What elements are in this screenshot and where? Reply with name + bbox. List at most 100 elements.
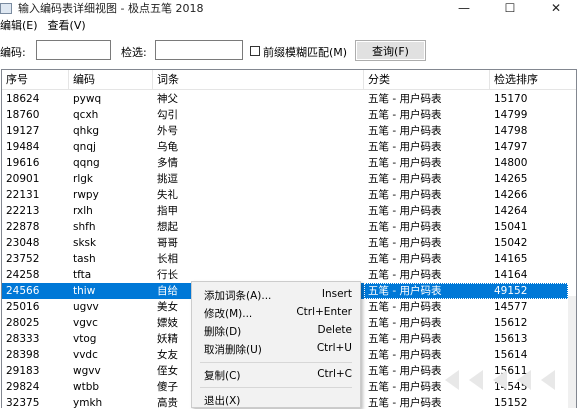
- table-row[interactable]: 19484 qnqj 乌龟 五笔 - 用户码表 14797: [2, 139, 568, 155]
- cell-code: qqng: [73, 157, 100, 169]
- minimize-button[interactable]: —: [441, 0, 487, 16]
- word-label: 检选:: [121, 46, 147, 59]
- header-category[interactable]: 分类: [364, 70, 490, 90]
- cell-word: 多情: [157, 157, 178, 169]
- cell-category: 五笔 - 用户码表: [368, 317, 442, 329]
- cell-id: 32375: [6, 397, 40, 408]
- menu-edit[interactable]: 编辑(E): [0, 17, 38, 33]
- menu-view[interactable]: 查看(V): [48, 17, 86, 33]
- cell-order: 14799: [494, 109, 528, 121]
- cell-code: rlgk: [73, 173, 93, 185]
- cell-id: 24258: [6, 269, 40, 281]
- table-row[interactable]: 22213 rxlh 指甲 五笔 - 用户码表 14264: [2, 203, 568, 219]
- cell-code: thiw: [73, 285, 96, 297]
- menu-item-add[interactable]: 添加词条(A)... Insert: [192, 286, 360, 304]
- header-order[interactable]: 检选排序: [490, 70, 576, 90]
- table-row[interactable]: 22878 shfh 想起 五笔 - 用户码表 15041: [2, 219, 568, 235]
- menu-item-label: 复制(C): [204, 370, 241, 382]
- code-label: 编码:: [0, 46, 26, 59]
- table-row[interactable]: 19616 qqng 多情 五笔 - 用户码表 14800: [2, 155, 568, 171]
- cell-word: 想起: [157, 221, 178, 233]
- close-button[interactable]: ✕: [533, 0, 579, 16]
- cell-id: 23048: [6, 237, 40, 249]
- cell-code: qnqj: [73, 141, 96, 153]
- cell-category: 五笔 - 用户码表: [368, 173, 442, 185]
- header-word[interactable]: 词条: [153, 70, 364, 90]
- cell-id: 22213: [6, 205, 40, 217]
- cell-word: 长相: [157, 253, 178, 265]
- cell-id: 18624: [6, 93, 40, 105]
- menu-item-label: 取消删除(U): [204, 344, 262, 356]
- cell-category: 五笔 - 用户码表: [368, 125, 442, 137]
- cell-category: 五笔 - 用户码表: [368, 141, 442, 153]
- cell-order: 14165: [494, 253, 528, 265]
- cell-id: 20901: [6, 173, 40, 185]
- cell-id: 19127: [6, 125, 40, 137]
- cell-id: 28025: [6, 317, 40, 329]
- cell-category: 五笔 - 用户码表: [368, 109, 442, 121]
- cell-id: 28398: [6, 349, 40, 361]
- title-bar: 输入编码表详细视图 - 极点五笔 2018 — ☐ ✕: [0, 0, 579, 16]
- cell-id: 22878: [6, 221, 40, 233]
- cell-code: wtbb: [73, 381, 100, 393]
- header-id[interactable]: 序号: [2, 70, 69, 90]
- table-header: 序号 编码 词条 分类 检选排序: [2, 70, 576, 90]
- cell-id: 19484: [6, 141, 40, 153]
- maximize-button[interactable]: ☐: [487, 0, 533, 16]
- window-title: 输入编码表详细视图 - 极点五笔 2018: [18, 2, 204, 15]
- menu-item-modify[interactable]: 修改(M)... Ctrl+Enter: [192, 304, 360, 322]
- cell-id: 23752: [6, 253, 40, 265]
- fuzzy-match-checkbox[interactable]: [250, 46, 260, 56]
- menu-item-shortcut: Ctrl+Enter: [296, 306, 352, 318]
- cell-id: 18760: [6, 109, 40, 121]
- cell-code: rwpy: [73, 189, 99, 201]
- search-toolbar: 编码: 检选: 前缀模糊匹配(M) 查询(F): [0, 38, 579, 62]
- menu-item-delete[interactable]: 删除(D) Delete: [192, 322, 360, 340]
- query-button[interactable]: 查询(F): [355, 40, 426, 61]
- cell-id: 29183: [6, 365, 40, 377]
- table-row[interactable]: 23048 sksk 哥哥 五笔 - 用户码表 15042: [2, 235, 568, 251]
- cell-code: sksk: [73, 237, 97, 249]
- cell-code: vgvc: [73, 317, 98, 329]
- menu-item-shortcut: Insert: [321, 288, 352, 300]
- cell-word: 失礼: [157, 189, 178, 201]
- fuzzy-match-label[interactable]: 前缀模糊匹配(M): [263, 44, 347, 60]
- cell-code: tash: [73, 253, 96, 265]
- table-row[interactable]: 23752 tash 长相 五笔 - 用户码表 14165: [2, 251, 568, 267]
- cell-word: 哥哥: [157, 237, 178, 249]
- menu-item-copy[interactable]: 复制(C) Ctrl+C: [192, 366, 360, 384]
- cell-order: 14265: [494, 173, 528, 185]
- cell-category: 五笔 - 用户码表: [368, 93, 442, 105]
- header-code[interactable]: 编码: [69, 70, 153, 90]
- word-input[interactable]: [155, 40, 243, 60]
- cell-word: 神父: [157, 93, 178, 105]
- cell-category: 五笔 - 用户码表: [368, 157, 442, 169]
- cell-category: 五笔 - 用户码表: [368, 189, 442, 201]
- cell-order: 14266: [494, 189, 528, 201]
- table-row[interactable]: 19127 qhkg 外号 五笔 - 用户码表 14798: [2, 123, 568, 139]
- cell-code: pywq: [73, 93, 102, 105]
- menu-item-exit[interactable]: 退出(X): [192, 391, 360, 409]
- menu-item-shortcut: Ctrl+U: [316, 342, 352, 354]
- cell-order: 15041: [494, 221, 528, 233]
- cell-order: 15612: [494, 317, 528, 329]
- menu-item-undelete[interactable]: 取消删除(U) Ctrl+U: [192, 340, 360, 358]
- code-input[interactable]: [36, 40, 111, 60]
- cell-word: 外号: [157, 125, 178, 137]
- menu-item-label: 修改(M)...: [204, 308, 253, 320]
- context-menu: 添加词条(A)... Insert 修改(M)... Ctrl+Enter 删除…: [191, 281, 361, 408]
- cell-code: qhkg: [73, 125, 100, 137]
- cell-id: 24566: [6, 285, 40, 297]
- watermark-pattern: [445, 370, 555, 390]
- table-row[interactable]: 20901 rlgk 挑逗 五笔 - 用户码表 14265: [2, 171, 568, 187]
- cell-id: 19616: [6, 157, 40, 169]
- cell-code: qcxh: [73, 109, 99, 121]
- cell-order: 14797: [494, 141, 528, 153]
- table-row[interactable]: 18760 qcxh 勾引 五笔 - 用户码表 14799: [2, 107, 568, 123]
- cell-category: 五笔 - 用户码表: [368, 221, 442, 233]
- menu-item-label: 删除(D): [204, 326, 242, 338]
- app-icon: [0, 3, 12, 14]
- table-row[interactable]: 22131 rwpy 失礼 五笔 - 用户码表 14266: [2, 187, 568, 203]
- table-row[interactable]: 18624 pywq 神父 五笔 - 用户码表 15170: [2, 91, 568, 107]
- cell-code: shfh: [73, 221, 96, 233]
